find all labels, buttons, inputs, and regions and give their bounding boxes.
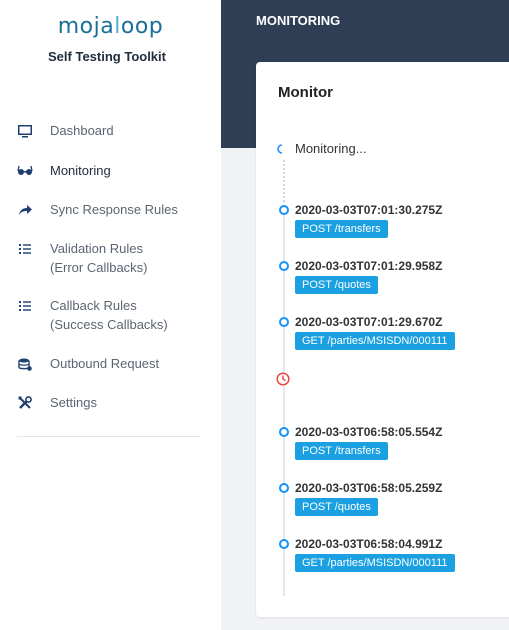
list-icon [17,241,33,257]
sidebar-item-label: Monitoring [50,163,111,178]
glasses-icon [17,163,33,179]
database-icon [17,356,33,372]
event-tag[interactable]: GET /parties/MSISDN/000111 [295,554,455,572]
tools-icon [17,395,33,411]
event-tag[interactable]: POST /transfers [295,220,388,238]
sidebar-item-label: Outbound Request [50,356,160,371]
event-timestamp: 2020-03-03T07:01:29.670Z [295,315,443,329]
event-tag[interactable]: POST /quotes [295,498,378,516]
sidebar-item-label: Callback Rules [50,298,137,313]
event-tag[interactable]: GET /parties/MSISDN/000111 [295,332,455,350]
sidebar-item-outbound-request[interactable]: Outbound Request [0,354,159,373]
card-title: Monitor [278,84,333,101]
mojaloop-logo: mojaloop [57,14,164,39]
page-title: MONITORING [256,13,341,28]
sidebar-item-validation-rules[interactable]: Validation Rules (Error Callbacks) [0,239,148,277]
clock-icon [276,372,290,386]
sidebar-item-dashboard[interactable]: Dashboard [0,121,114,140]
app-subtitle: Self Testing Toolkit [48,49,166,64]
event-tag[interactable]: POST /quotes [295,276,378,294]
sidebar-item-label: Validation Rules [50,241,143,256]
event-tag[interactable]: POST /transfers [295,442,388,460]
list-icon [17,298,33,314]
sidebar-item-callback-rules[interactable]: Callback Rules (Success Callbacks) [0,296,168,334]
sidebar: mojaloop Self Testing Toolkit Dashboard … [0,0,221,630]
sidebar-item-settings[interactable]: Settings [0,393,97,412]
sidebar-divider [17,436,200,437]
monitoring-status: Monitoring... [295,141,367,156]
sidebar-item-sublabel: (Success Callbacks) [50,317,168,332]
timeline-dot [279,317,289,327]
sidebar-item-label: Dashboard [50,123,114,138]
timeline-dot [279,483,289,493]
event-timestamp: 2020-03-03T06:58:05.554Z [295,425,443,439]
sidebar-item-monitoring[interactable]: Monitoring [0,161,111,180]
sidebar-item-label: Sync Response Rules [50,202,178,217]
timeline-dot [279,261,289,271]
monitor-icon [17,123,33,139]
event-timestamp: 2020-03-03T06:58:04.991Z [295,537,443,551]
share-arrow-icon [17,202,33,218]
sidebar-item-sync-response-rules[interactable]: Sync Response Rules [0,200,178,219]
timeline-dot [279,205,289,215]
timeline-pending-line [283,160,285,202]
timeline-dot [279,427,289,437]
event-timestamp: 2020-03-03T06:58:05.259Z [295,481,443,495]
loading-spinner-icon [277,144,283,154]
timeline-dot [279,539,289,549]
monitor-card: Monitor Monitoring... 2020-03-03T07:01:3… [256,62,509,617]
event-timestamp: 2020-03-03T07:01:29.958Z [295,259,443,273]
sidebar-item-sublabel: (Error Callbacks) [50,260,148,275]
event-timestamp: 2020-03-03T07:01:30.275Z [295,203,443,217]
sidebar-item-label: Settings [50,395,97,410]
